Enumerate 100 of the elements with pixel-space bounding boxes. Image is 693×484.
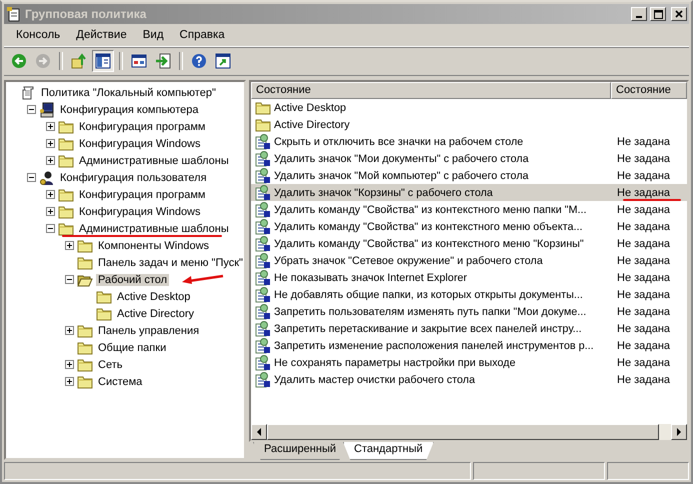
- list-row[interactable]: Active Directory: [251, 116, 687, 133]
- list-row[interactable]: Не добавлять общие папки, из которых открыты документы... Не задана: [251, 286, 687, 303]
- tree-item[interactable]: Общие папки: [96, 342, 168, 354]
- tree-item[interactable]: Рабочий стол: [96, 274, 170, 286]
- list-row[interactable]: Удалить команду "Свойства" из контекстного меню папки "М... Не задана: [251, 201, 687, 218]
- menu-item[interactable]: Вид: [134, 27, 172, 43]
- list-row[interactable]: Удалить команду "Свойства" из контекстного меню "Корзины" Не задана: [251, 235, 687, 252]
- horizontal-scrollbar[interactable]: [251, 424, 687, 440]
- policy-setting-icon: [255, 184, 271, 200]
- tab[interactable]: Стандартный: [343, 442, 434, 460]
- expand-icon[interactable]: [46, 207, 55, 216]
- collapse-icon[interactable]: [27, 105, 36, 114]
- collapse-icon[interactable]: [46, 224, 55, 233]
- expand-icon[interactable]: [46, 122, 55, 131]
- tree-item[interactable]: Панель управления: [96, 324, 202, 336]
- scroll-left-icon[interactable]: [256, 428, 262, 436]
- expand-icon[interactable]: [65, 241, 74, 250]
- expand-icon[interactable]: [46, 190, 55, 199]
- folder-icon: [77, 358, 93, 372]
- folder-icon: [77, 238, 93, 252]
- list-row[interactable]: Запретить изменение расположения панелей инструментов р... Не задана: [251, 337, 687, 354]
- up-folder-icon: [71, 53, 87, 69]
- tree-item[interactable]: Active Directory: [115, 308, 196, 320]
- tree-item[interactable]: Политика "Локальный компьютер": [39, 86, 218, 98]
- tree-item[interactable]: Конфигурация программ: [77, 120, 208, 132]
- expand-icon[interactable]: [65, 326, 74, 335]
- setting-name: Запретить пользователям изменять путь папки "Мои докуме...: [274, 306, 588, 318]
- user-icon: [39, 170, 55, 186]
- setting-state: Не задана: [616, 288, 672, 300]
- expand-icon[interactable]: [46, 139, 55, 148]
- setting-state: Не задана: [616, 254, 672, 266]
- computer-icon: [39, 102, 55, 118]
- window-icon: [215, 53, 231, 69]
- tree-item[interactable]: Административные шаблоны: [77, 154, 231, 166]
- setting-name: Active Directory: [274, 118, 351, 130]
- export-icon: [155, 53, 171, 69]
- setting-name: Удалить команду "Свойства" из контекстного меню папки "М...: [274, 204, 588, 216]
- list-row[interactable]: Не показывать значок Internet Explorer Не задана: [251, 269, 687, 286]
- list-row[interactable]: Запретить пользователям изменять путь папки "Мои докуме... Не задана: [251, 303, 687, 320]
- setting-name: Active Desktop: [274, 102, 348, 114]
- policy-setting-icon: [255, 134, 271, 150]
- list-row[interactable]: Запретить перетаскивание и закрытие всех панелей инстру... Не задана: [251, 320, 687, 337]
- folder-icon: [77, 256, 93, 270]
- back-icon: [11, 53, 27, 69]
- setting-name: Не сохранять параметры настройки при выходе: [274, 356, 516, 368]
- setting-state: Не задана: [616, 306, 672, 318]
- minimize-button[interactable]: [631, 7, 647, 21]
- scroll-right-icon[interactable]: [676, 428, 682, 436]
- list-row[interactable]: Убрать значок "Сетевое окружение" и рабочего стола Не задана: [251, 252, 687, 269]
- folder-icon: [58, 154, 74, 168]
- tree-item[interactable]: Административные шаблоны: [77, 222, 231, 234]
- menu-item[interactable]: Действие: [68, 27, 135, 43]
- maximize-button[interactable]: [650, 7, 666, 21]
- expand-icon[interactable]: [46, 156, 55, 165]
- tree-item[interactable]: Конфигурация пользователя: [58, 172, 209, 184]
- open-folder-icon: [77, 272, 93, 286]
- tree-item[interactable]: Конфигурация компьютера: [58, 104, 200, 116]
- tree-item[interactable]: Active Desktop: [115, 290, 192, 302]
- tree-item[interactable]: Панель задач и меню "Пуск": [96, 256, 244, 268]
- expand-icon[interactable]: [65, 377, 74, 386]
- menu-item[interactable]: Консоль: [8, 27, 68, 43]
- window-title: Групповая политика: [25, 7, 148, 21]
- collapse-icon[interactable]: [27, 173, 36, 182]
- tree-item[interactable]: Компоненты Windows: [96, 240, 212, 252]
- policy-setting-icon: [255, 354, 271, 370]
- setting-state: Не задана: [616, 272, 672, 284]
- policy-setting-icon: [255, 286, 271, 302]
- policy-setting-icon: [255, 218, 271, 234]
- list-row[interactable]: Не сохранять параметры настройки при выходе Не задана: [251, 354, 687, 371]
- list-row[interactable]: Удалить команду "Свойства" из контекстного меню объекта... Не задана: [251, 218, 687, 235]
- properties-icon: [131, 53, 147, 69]
- policy-setting-icon: [255, 202, 271, 218]
- close-button[interactable]: [671, 7, 687, 21]
- list-row[interactable]: Удалить мастер очистки рабочего стола Не задана: [251, 371, 687, 388]
- collapse-icon[interactable]: [65, 275, 74, 284]
- column-header[interactable]: Состояние: [611, 82, 687, 99]
- setting-name: Запретить перетаскивание и закрытие всех панелей инстру...: [274, 322, 583, 334]
- setting-state: Не задана: [616, 186, 672, 198]
- toolbar-button[interactable]: [92, 50, 114, 72]
- list-row[interactable]: Удалить значок "Мой компьютер" с рабочего стола Не задана: [251, 167, 687, 184]
- folder-icon: [58, 204, 74, 218]
- column-header[interactable]: Состояние: [251, 82, 611, 99]
- folder-icon: [96, 290, 112, 304]
- setting-name: Удалить команду "Свойства" из контекстного меню объекта...: [274, 220, 584, 232]
- policy-setting-icon: [255, 320, 271, 336]
- tree-item[interactable]: Сеть: [96, 358, 124, 370]
- list-row[interactable]: Active Desktop: [251, 99, 687, 116]
- expand-icon[interactable]: [65, 360, 74, 369]
- tree-item[interactable]: Система: [96, 376, 144, 388]
- list-row[interactable]: Удалить значок "Корзины" с рабочего стола Не задана: [251, 184, 687, 201]
- tree-item[interactable]: Конфигурация Windows: [77, 206, 202, 218]
- list-row[interactable]: Удалить значок "Мои документы" с рабочего стола Не задана: [251, 150, 687, 167]
- menu-item[interactable]: Справка: [172, 27, 233, 43]
- tree-item[interactable]: Конфигурация программ: [77, 188, 208, 200]
- folder-icon: [58, 120, 74, 134]
- folder-icon: [255, 118, 271, 132]
- list-row[interactable]: Скрыть и отключить все значки на рабочем столе Не задана: [251, 133, 687, 150]
- policy-setting-icon: [255, 236, 271, 252]
- tree-item[interactable]: Конфигурация Windows: [77, 138, 202, 150]
- policy-setting-icon: [255, 270, 271, 286]
